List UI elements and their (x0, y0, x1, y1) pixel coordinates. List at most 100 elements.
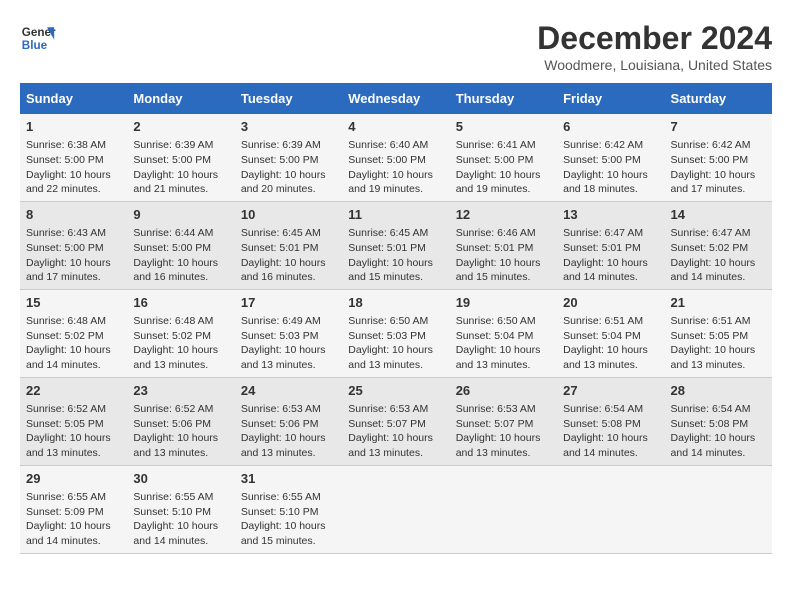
day-info-line: and 17 minutes. (671, 182, 766, 197)
day-info-line: Sunset: 5:03 PM (241, 329, 336, 344)
calendar-cell: 9Sunrise: 6:44 AMSunset: 5:00 PMDaylight… (127, 201, 234, 289)
calendar-week-row: 29Sunrise: 6:55 AMSunset: 5:09 PMDayligh… (20, 465, 772, 553)
day-number: 30 (133, 470, 228, 488)
day-info-line: Sunrise: 6:55 AM (241, 490, 336, 505)
day-info-line: Daylight: 10 hours (133, 343, 228, 358)
day-info-line: Sunrise: 6:47 AM (671, 226, 766, 241)
calendar-cell: 4 Sunrise: 6:40 AMSunset: 5:00 PMDaylight… (342, 114, 449, 201)
day-number: 7 (671, 118, 766, 136)
day-info-line: Daylight: 10 hours (241, 256, 336, 271)
logo: General Blue (20, 20, 56, 56)
calendar-cell: 15Sunrise: 6:48 AMSunset: 5:02 PMDayligh… (20, 289, 127, 377)
day-info-line: Sunrise: 6:52 AM (133, 402, 228, 417)
weekday-header-sunday: Sunday (20, 83, 127, 114)
weekday-header-friday: Friday (557, 83, 664, 114)
calendar-week-row: 8Sunrise: 6:43 AMSunset: 5:00 PMDaylight… (20, 201, 772, 289)
calendar-cell: 21Sunrise: 6:51 AMSunset: 5:05 PMDayligh… (665, 289, 772, 377)
day-number: 2 (133, 118, 228, 136)
day-info-line: Daylight: 10 hours (348, 168, 443, 183)
day-info-line: and 21 minutes. (133, 182, 228, 197)
day-info-line: Daylight: 10 hours (133, 519, 228, 534)
day-info-line: Daylight: 10 hours (456, 343, 551, 358)
day-number: 4 (348, 118, 443, 136)
day-info-line: Daylight: 10 hours (563, 256, 658, 271)
day-info-line: Sunrise: 6:39 AM (133, 138, 228, 153)
calendar-cell (342, 465, 449, 553)
day-info-line: Daylight: 10 hours (26, 168, 121, 183)
day-number: 22 (26, 382, 121, 400)
day-info-line: and 14 minutes. (671, 446, 766, 461)
day-info-line: and 22 minutes. (26, 182, 121, 197)
day-info-line: and 14 minutes. (26, 534, 121, 549)
day-number: 5 (456, 118, 551, 136)
calendar-cell: 28Sunrise: 6:54 AMSunset: 5:08 PMDayligh… (665, 377, 772, 465)
day-info-line: Sunset: 5:10 PM (133, 505, 228, 520)
day-info-line: and 14 minutes. (563, 446, 658, 461)
day-info-line: Daylight: 10 hours (456, 256, 551, 271)
day-info-line: Sunset: 5:01 PM (563, 241, 658, 256)
day-info-line: and 19 minutes. (456, 182, 551, 197)
day-info-line: Sunset: 5:00 PM (348, 153, 443, 168)
day-info-line: Sunrise: 6:53 AM (241, 402, 336, 417)
calendar-cell: 7Sunrise: 6:42 AMSunset: 5:00 PMDaylight… (665, 114, 772, 201)
day-info-line: Sunrise: 6:52 AM (26, 402, 121, 417)
day-info-line: and 17 minutes. (26, 270, 121, 285)
day-info-line: Sunset: 5:00 PM (241, 153, 336, 168)
day-info-line: Sunset: 5:01 PM (241, 241, 336, 256)
day-number: 28 (671, 382, 766, 400)
day-info-line: Daylight: 10 hours (26, 431, 121, 446)
weekday-header-wednesday: Wednesday (342, 83, 449, 114)
calendar-table: SundayMondayTuesdayWednesdayThursdayFrid… (20, 83, 772, 554)
day-info-line: Sunrise: 6:43 AM (26, 226, 121, 241)
day-info-line: Sunrise: 6:53 AM (348, 402, 443, 417)
title-block: December 2024 Woodmere, Louisiana, Unite… (537, 20, 772, 73)
day-info-line: and 13 minutes. (241, 358, 336, 373)
day-info-line: Daylight: 10 hours (241, 431, 336, 446)
day-info-line: Sunset: 5:02 PM (133, 329, 228, 344)
day-number: 23 (133, 382, 228, 400)
calendar-cell: 10Sunrise: 6:45 AMSunset: 5:01 PMDayligh… (235, 201, 342, 289)
day-info-line: and 13 minutes. (456, 446, 551, 461)
day-info-line: Sunrise: 6:48 AM (133, 314, 228, 329)
calendar-week-row: 15Sunrise: 6:48 AMSunset: 5:02 PMDayligh… (20, 289, 772, 377)
day-info-line: Sunset: 5:00 PM (671, 153, 766, 168)
day-number: 29 (26, 470, 121, 488)
day-info-line: Sunset: 5:06 PM (241, 417, 336, 432)
day-info-line: Daylight: 10 hours (671, 168, 766, 183)
day-info-line: and 13 minutes. (241, 446, 336, 461)
day-number: 14 (671, 206, 766, 224)
calendar-cell: 3Sunrise: 6:39 AMSunset: 5:00 PMDaylight… (235, 114, 342, 201)
day-info-line: Sunrise: 6:55 AM (133, 490, 228, 505)
logo-icon: General Blue (20, 20, 56, 56)
day-info-line: Sunset: 5:00 PM (456, 153, 551, 168)
calendar-cell: 24Sunrise: 6:53 AMSunset: 5:06 PMDayligh… (235, 377, 342, 465)
day-number: 12 (456, 206, 551, 224)
day-info-line: and 16 minutes. (133, 270, 228, 285)
day-info-line: Sunrise: 6:55 AM (26, 490, 121, 505)
day-number: 15 (26, 294, 121, 312)
calendar-cell (450, 465, 557, 553)
day-info-line: Sunset: 5:00 PM (26, 241, 121, 256)
day-info-line: Daylight: 10 hours (348, 256, 443, 271)
day-info-line: Daylight: 10 hours (26, 256, 121, 271)
day-info-line: Sunset: 5:03 PM (348, 329, 443, 344)
calendar-cell: 23Sunrise: 6:52 AMSunset: 5:06 PMDayligh… (127, 377, 234, 465)
day-info-line: Daylight: 10 hours (671, 343, 766, 358)
day-info-line: Sunset: 5:02 PM (26, 329, 121, 344)
day-info-line: and 13 minutes. (133, 446, 228, 461)
day-info-line: Daylight: 10 hours (348, 431, 443, 446)
day-info-line: Sunset: 5:00 PM (133, 241, 228, 256)
day-info-line: and 13 minutes. (26, 446, 121, 461)
day-info-line: Sunset: 5:01 PM (456, 241, 551, 256)
day-number: 25 (348, 382, 443, 400)
day-info-line: Sunset: 5:05 PM (26, 417, 121, 432)
day-number: 26 (456, 382, 551, 400)
month-title: December 2024 (537, 20, 772, 57)
day-info-line: Daylight: 10 hours (133, 168, 228, 183)
day-info-line: and 13 minutes. (671, 358, 766, 373)
day-info-line: Sunrise: 6:40 AM (348, 138, 443, 153)
calendar-cell: 13Sunrise: 6:47 AMSunset: 5:01 PMDayligh… (557, 201, 664, 289)
day-info-line: Sunset: 5:07 PM (348, 417, 443, 432)
day-info-line: Sunrise: 6:46 AM (456, 226, 551, 241)
calendar-cell: 31Sunrise: 6:55 AMSunset: 5:10 PMDayligh… (235, 465, 342, 553)
